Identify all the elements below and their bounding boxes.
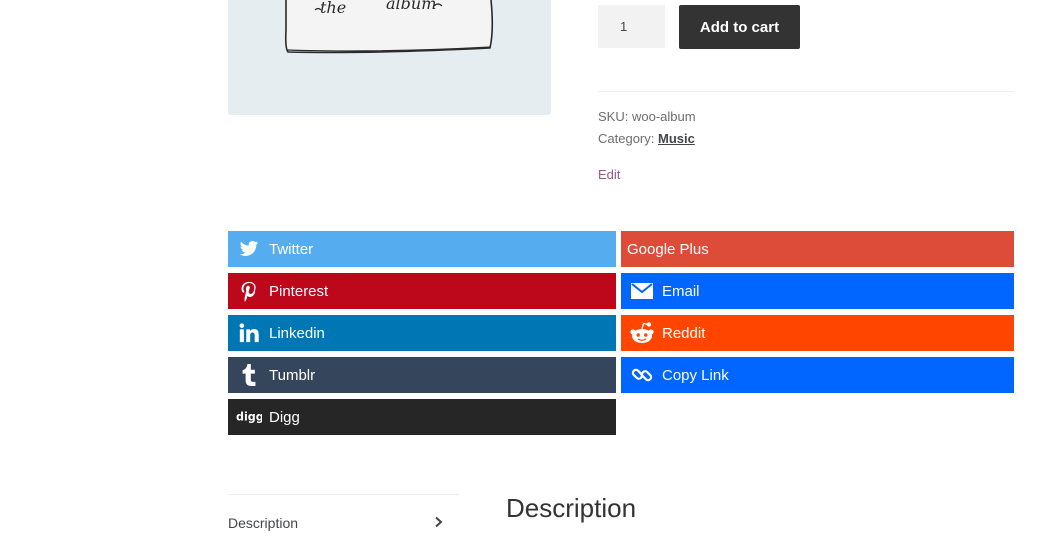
quantity-input[interactable] xyxy=(598,5,665,48)
sku-line: SKU: woo-album xyxy=(598,109,696,124)
share-copy-link-button[interactable]: Copy Link xyxy=(621,357,1014,393)
product-meta-divider xyxy=(598,91,1014,92)
link-icon xyxy=(629,362,655,388)
product-image[interactable]: the album xyxy=(228,0,551,115)
share-google-plus-button[interactable]: Google Plus xyxy=(621,231,1014,267)
album-word-album: album xyxy=(386,0,436,13)
tabs-divider xyxy=(228,494,459,495)
share-twitter-label: Twitter xyxy=(269,240,314,258)
album-word-the: the xyxy=(320,0,346,17)
category-link[interactable]: Music xyxy=(658,131,695,146)
description-heading: Description xyxy=(506,493,637,523)
sku-label: SKU: xyxy=(598,109,629,124)
share-google-plus-label: Google Plus xyxy=(627,240,709,258)
share-digg-label: Digg xyxy=(269,408,300,426)
twitter-icon xyxy=(236,236,262,262)
tumblr-icon xyxy=(236,362,262,388)
share-email-label: Email xyxy=(662,282,700,300)
share-tumblr-button[interactable]: Tumblr xyxy=(228,357,616,393)
share-tumblr-label: Tumblr xyxy=(269,366,316,384)
svg-text:digg: digg xyxy=(236,411,262,424)
digg-icon: digg xyxy=(236,404,262,430)
pinterest-icon xyxy=(236,278,262,304)
category-line: Category: Music xyxy=(598,131,695,146)
share-linkedin-button[interactable]: Linkedin xyxy=(228,315,616,351)
share-pinterest-label: Pinterest xyxy=(269,282,329,300)
tab-description[interactable]: Description xyxy=(228,507,444,539)
envelope-icon xyxy=(629,278,655,304)
chevron-right-icon xyxy=(434,515,444,531)
tab-description-label: Description xyxy=(228,515,299,531)
category-label: Category: xyxy=(598,131,655,146)
share-reddit-label: Reddit xyxy=(662,324,706,342)
sku-value: woo-album xyxy=(631,109,696,124)
share-twitter-button[interactable]: Twitter xyxy=(228,231,616,267)
add-to-cart-button[interactable]: Add to cart xyxy=(679,5,800,49)
album-sketch-illustration: the album xyxy=(284,0,494,54)
linkedin-icon xyxy=(236,320,262,346)
share-digg-button[interactable]: digg Digg xyxy=(228,399,616,435)
share-pinterest-button[interactable]: Pinterest xyxy=(228,273,616,309)
share-linkedin-label: Linkedin xyxy=(269,324,325,342)
share-email-button[interactable]: Email xyxy=(621,273,1014,309)
share-copy-link-label: Copy Link xyxy=(662,366,729,384)
reddit-icon xyxy=(629,320,655,346)
share-reddit-button[interactable]: Reddit xyxy=(621,315,1014,351)
edit-product-link[interactable]: Edit xyxy=(598,167,620,182)
